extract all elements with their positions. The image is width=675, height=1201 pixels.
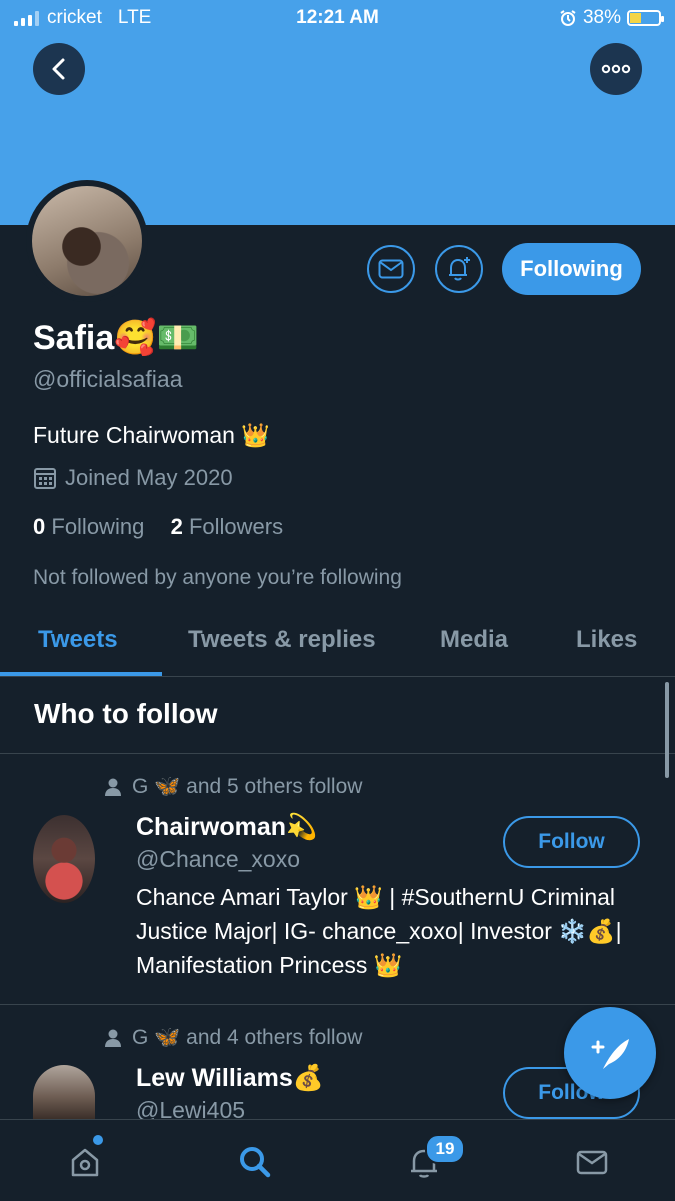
battery-percent: 38% xyxy=(582,7,621,28)
active-tab-indicator xyxy=(0,672,162,676)
nav-home[interactable] xyxy=(65,1142,105,1182)
chevron-left-icon xyxy=(52,58,65,80)
person-icon xyxy=(105,778,121,796)
tab-likes[interactable]: Likes xyxy=(576,626,637,654)
user-handle: @Lewi405 xyxy=(136,1097,246,1119)
profile-bio: Future Chairwoman 👑 xyxy=(33,422,270,448)
more-icon xyxy=(601,64,631,74)
user-bio: Chance Amari Taylor 👑 | #SouthernU Crimi… xyxy=(136,884,622,978)
message-button[interactable] xyxy=(367,245,415,293)
follow-button[interactable]: Follow xyxy=(503,816,640,868)
joined-date: Joined May 2020 xyxy=(33,465,233,491)
follow-counts: 0 Following 2 Followers xyxy=(33,514,283,540)
divider xyxy=(0,753,675,754)
calendar-icon xyxy=(34,468,56,489)
following-count: 0 xyxy=(33,514,46,539)
alarm-icon xyxy=(560,10,576,26)
tab-tweets-replies[interactable]: Tweets & replies xyxy=(188,626,376,654)
followers-count-label: Followers xyxy=(188,514,284,539)
bell-plus-icon xyxy=(449,257,470,281)
tab-media[interactable]: Media xyxy=(440,626,508,654)
social-context: G 🦋 and 5 others follow xyxy=(104,775,362,799)
notifications-button[interactable] xyxy=(435,245,483,293)
who-to-follow-title: Who to follow xyxy=(34,698,218,729)
mail-icon xyxy=(576,1150,608,1175)
divider xyxy=(0,1004,675,1005)
social-context-text: G 🦋 and 5 others follow xyxy=(132,775,363,798)
bottom-navigation xyxy=(0,1119,675,1201)
back-button[interactable] xyxy=(33,43,85,95)
home-new-indicator xyxy=(93,1135,103,1145)
not-followed-note: Not followed by anyone you’re following xyxy=(33,566,402,589)
following-button[interactable]: Following xyxy=(502,243,641,295)
compose-tweet-button[interactable] xyxy=(564,1007,656,1099)
followers-count-link[interactable]: 2 Followers xyxy=(171,514,284,539)
profile-handle: @officialsafiaa xyxy=(33,366,183,392)
mail-icon xyxy=(378,259,404,279)
user-name[interactable]: Chairwoman💫 xyxy=(136,813,317,842)
notifications-badge: 19 xyxy=(425,1134,465,1164)
joined-label: Joined May 2020 xyxy=(65,465,233,490)
user-avatar[interactable] xyxy=(33,815,95,903)
profile-tabs: Tweets Tweets & replies Media Likes xyxy=(0,612,675,677)
scrollbar[interactable] xyxy=(665,682,669,778)
nav-search[interactable] xyxy=(235,1142,275,1182)
search-icon xyxy=(240,1147,271,1178)
more-options-button[interactable] xyxy=(590,43,642,95)
person-icon xyxy=(105,1029,121,1047)
social-context: G 🦋 and 4 others follow xyxy=(104,1026,362,1050)
user-name[interactable]: Lew Williams💰 xyxy=(136,1064,324,1093)
user-avatar[interactable] xyxy=(33,1065,95,1119)
social-context-text: G 🦋 and 4 others follow xyxy=(132,1026,363,1049)
profile-name: Safia🥰💵 xyxy=(33,319,199,357)
tab-tweets[interactable]: Tweets xyxy=(38,626,118,654)
status-bar: cricket LTE 12:21 AM 38% xyxy=(0,0,675,36)
profile-avatar[interactable] xyxy=(26,180,148,302)
followers-count: 2 xyxy=(170,514,183,539)
compose-feather-icon xyxy=(591,1039,629,1069)
user-handle: @Chance_xoxo xyxy=(136,846,300,872)
battery-icon xyxy=(627,10,664,26)
following-count-label: Following xyxy=(51,514,145,539)
nav-messages[interactable] xyxy=(572,1142,612,1182)
home-icon xyxy=(71,1148,99,1177)
following-count-link[interactable]: 0 Following xyxy=(33,514,144,539)
